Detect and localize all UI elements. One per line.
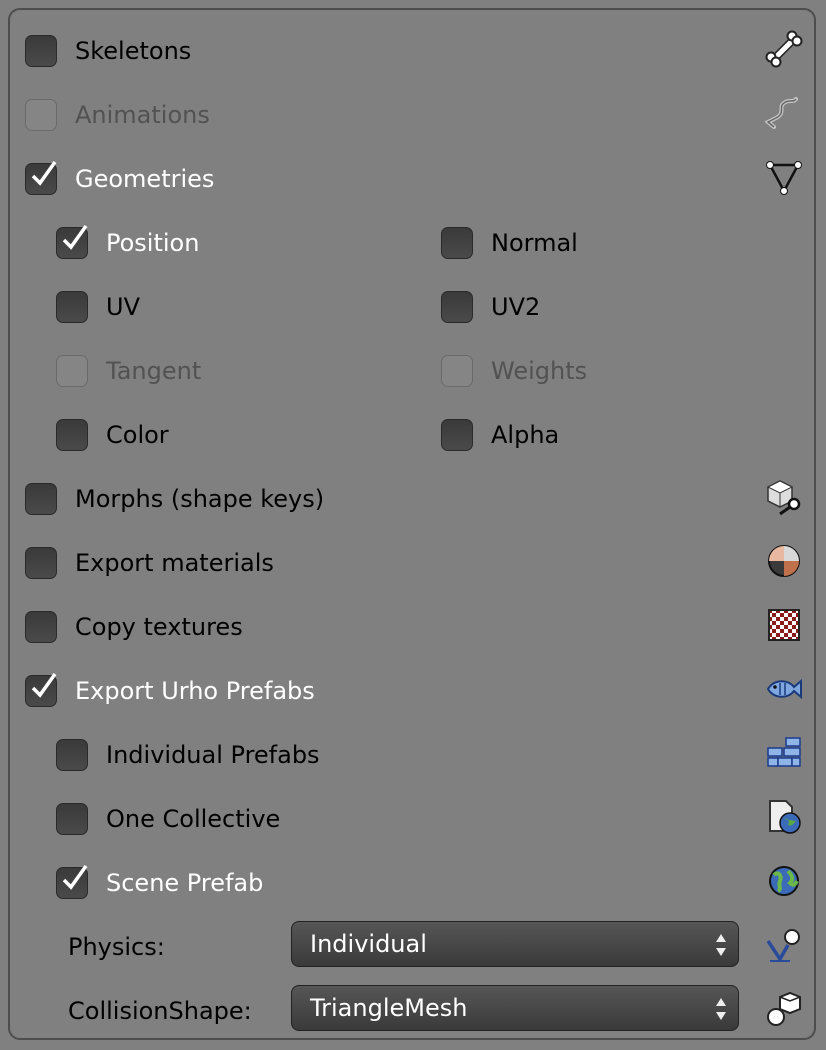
geometries-label: Geometries [75,165,215,193]
weights-checkbox[interactable] [441,355,473,387]
tangent-label: Tangent [106,357,202,385]
material-sphere-icon [764,541,804,581]
animations-checkbox[interactable] [25,99,57,131]
geometries-option[interactable]: Geometries [25,157,214,201]
color-label: Color [106,421,169,449]
check-mark-icon [62,864,88,890]
collision-shape-select[interactable]: TriangleMesh [291,985,739,1031]
export-materials-option[interactable]: Export materials [25,541,274,585]
position-label: Position [106,229,200,257]
normal-checkbox[interactable] [441,227,473,259]
tangent-option[interactable]: Tangent [56,349,201,393]
uv-option[interactable]: UV [56,285,140,329]
geometries-checkbox[interactable] [25,160,57,195]
action-curve-icon [764,93,804,133]
physics-label: Physics: [68,933,165,961]
animations-label: Animations [75,101,210,129]
copy-textures-option[interactable]: Copy textures [25,605,243,649]
scene-prefab-checkbox[interactable] [56,864,88,899]
check-mark-icon [62,224,88,250]
collision-shape-label: CollisionShape: [68,997,252,1025]
normal-label: Normal [491,229,578,257]
up-down-arrows-icon [716,998,726,1020]
check-mark-icon [31,672,57,698]
color-option[interactable]: Color [56,413,169,457]
physics-icon [764,925,804,965]
globe-icon [764,861,804,901]
animations-option[interactable]: Animations [25,93,210,137]
copy-textures-label: Copy textures [75,613,243,641]
skeletons-option[interactable]: Skeletons [25,29,191,73]
individual-prefabs-checkbox[interactable] [56,739,88,771]
tangent-checkbox[interactable] [56,355,88,387]
copy-textures-checkbox[interactable] [25,611,57,643]
one-collective-checkbox[interactable] [56,803,88,835]
individual-prefabs-option[interactable]: Individual Prefabs [56,733,320,777]
alpha-option[interactable]: Alpha [441,413,559,457]
scene-prefab-label: Scene Prefab [106,869,264,897]
one-collective-label: One Collective [106,805,281,833]
uv-checkbox[interactable] [56,291,88,323]
up-down-arrows-icon [716,934,726,956]
uv2-option[interactable]: UV2 [441,285,540,329]
export-prefabs-checkbox[interactable] [25,672,57,707]
bricks-icon [764,733,804,773]
morphs-label: Morphs (shape keys) [75,485,325,513]
uv2-checkbox[interactable] [441,291,473,323]
export-materials-label: Export materials [75,549,274,577]
one-collective-option[interactable]: One Collective [56,797,280,841]
check-mark-icon [31,160,57,186]
individual-prefabs-label: Individual Prefabs [106,741,320,769]
export-prefabs-option[interactable]: Export Urho Prefabs [25,669,315,713]
world-document-icon [764,797,804,837]
morphs-checkbox[interactable] [25,483,57,515]
fish-icon [764,669,804,709]
physics-select[interactable]: Individual [291,921,739,967]
position-option[interactable]: Position [56,221,199,265]
texture-checker-icon [764,605,804,645]
bone-icon [764,29,804,69]
alpha-label: Alpha [491,421,560,449]
position-checkbox[interactable] [56,224,88,259]
skeletons-label: Skeletons [75,37,192,65]
export-materials-checkbox[interactable] [25,547,57,579]
collision-shape-select-value: TriangleMesh [310,994,468,1022]
uv-label: UV [106,293,140,321]
collision-shapes-icon [764,989,804,1029]
uv2-label: UV2 [491,293,541,321]
morphs-option[interactable]: Morphs (shape keys) [25,477,324,521]
mesh-triangle-icon [764,157,804,197]
shape-key-icon [764,477,804,517]
scene-prefab-option[interactable]: Scene Prefab [56,861,263,905]
export-prefabs-label: Export Urho Prefabs [75,677,315,705]
alpha-checkbox[interactable] [441,419,473,451]
weights-option[interactable]: Weights [441,349,587,393]
normal-option[interactable]: Normal [441,221,578,265]
physics-select-value: Individual [310,930,427,958]
color-checkbox[interactable] [56,419,88,451]
weights-label: Weights [491,357,588,385]
skeletons-checkbox[interactable] [25,35,57,67]
